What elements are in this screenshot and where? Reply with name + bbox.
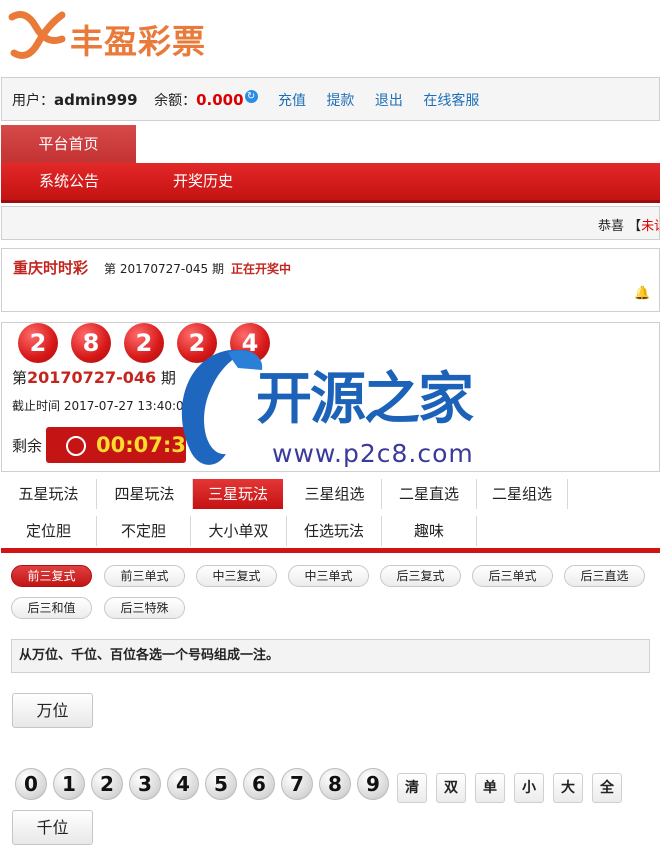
watermark: 开源之家 www.p2c8.com <box>168 344 498 479</box>
option-front-three-single[interactable]: 前三单式 <box>104 565 185 587</box>
recharge-link[interactable]: 充值 <box>278 93 306 109</box>
number-ball[interactable]: 1 <box>53 768 85 800</box>
logo-icon <box>8 11 66 59</box>
tab-four-star[interactable]: 四星玩法 <box>97 479 193 509</box>
username: admin999 <box>54 91 138 109</box>
option-back-three-special[interactable]: 后三特殊 <box>104 597 185 619</box>
number-ball[interactable]: 0 <box>15 768 47 800</box>
logout-link[interactable]: 退出 <box>375 93 403 109</box>
balance-label: 余额： <box>154 93 197 109</box>
tab-position[interactable]: 定位胆 <box>1 516 97 546</box>
option-back-three-multi[interactable]: 后三复式 <box>380 565 461 587</box>
prev-issue-number: 20170727-045 <box>119 262 209 276</box>
watermark-logo-icon <box>181 350 263 465</box>
tab-two-star-direct[interactable]: 二星直选 <box>382 479 477 509</box>
tab-fun[interactable]: 趣味 <box>382 516 477 546</box>
clock-icon <box>66 436 86 456</box>
number-ball[interactable]: 9 <box>357 768 389 800</box>
option-mid-three-multi[interactable]: 中三复式 <box>196 565 277 587</box>
bell-icon[interactable]: 🔔 <box>634 286 650 301</box>
issue-number: 20170727-046 <box>27 368 157 387</box>
option-back-three-direct[interactable]: 后三直选 <box>564 565 645 587</box>
tab-optional[interactable]: 任选玩法 <box>287 516 382 546</box>
balance-value: 0.000 <box>196 91 244 109</box>
option-back-three-single[interactable]: 后三单式 <box>472 565 553 587</box>
number-ball[interactable]: 7 <box>281 768 313 800</box>
previous-issue: 第 20170727-045 期 <box>104 260 224 277</box>
number-ball[interactable]: 2 <box>91 768 123 800</box>
tab-three-star-group[interactable]: 三星组选 <box>288 479 382 509</box>
marquee-prefix: 恭喜 【 <box>598 219 642 234</box>
prev-prefix: 第 <box>104 262 117 276</box>
play-hint: 从万位、千位、百位各选一个号码组成一注。 <box>11 639 650 673</box>
draw-status: 正在开奖中 <box>231 262 292 276</box>
number-ball[interactable]: 6 <box>243 768 275 800</box>
number-ball[interactable]: 5 <box>205 768 237 800</box>
close-time-value: 2017-07-27 13:40:0 <box>63 399 184 413</box>
quick-odd-button[interactable]: 单 <box>475 773 505 803</box>
watermark-title: 开源之家 <box>256 367 474 432</box>
tab-big-small[interactable]: 大小单双 <box>191 516 287 546</box>
brand-name: 丰盈彩票 <box>70 22 206 61</box>
result-ball: 2 <box>124 323 164 363</box>
nav-draw-history[interactable]: 开奖历史 <box>173 163 233 200</box>
number-ball[interactable]: 3 <box>129 768 161 800</box>
result-ball: 2 <box>18 323 58 363</box>
quick-small-button[interactable]: 小 <box>514 773 544 803</box>
nav-home-tab[interactable]: 平台首页 <box>1 125 136 163</box>
tab-non-position[interactable]: 不定胆 <box>97 516 191 546</box>
tab-two-star-group[interactable]: 二星组选 <box>477 479 568 509</box>
quick-clear-button[interactable]: 清 <box>397 773 427 803</box>
option-mid-three-single[interactable]: 中三单式 <box>288 565 369 587</box>
tab-divider <box>1 548 660 553</box>
watermark-url: www.p2c8.com <box>272 439 474 468</box>
current-issue: 第20170727-046 期 <box>12 367 176 388</box>
quick-big-button[interactable]: 大 <box>553 773 583 803</box>
number-ball[interactable]: 8 <box>319 768 351 800</box>
quick-all-button[interactable]: 全 <box>592 773 622 803</box>
marquee-highlight: 未设 <box>641 219 659 234</box>
tab-three-star[interactable]: 三星玩法 <box>193 479 283 509</box>
refresh-icon[interactable]: ↻ <box>244 90 258 103</box>
lottery-name: 重庆时时彩 <box>13 259 89 277</box>
countdown-timer: 00:07:3 <box>46 427 186 463</box>
remain-label: 剩余 <box>12 437 43 455</box>
nav-bar: 系统公告 开奖历史 <box>1 163 660 203</box>
draw-info: 重庆时时彩 第 20170727-045 期 正在开奖中 🔔 <box>1 248 660 312</box>
prev-suffix: 期 <box>211 262 224 276</box>
tab-five-star[interactable]: 五星玩法 <box>1 479 97 509</box>
option-front-three-multi[interactable]: 前三复式 <box>11 565 92 587</box>
hint-text: 从万位、千位、百位各选一个号码组成一注。 <box>19 648 280 663</box>
option-back-three-sum[interactable]: 后三和值 <box>11 597 92 619</box>
user-bar: 用户：admin999 余额：0.000 ↻ 充值 提款 退出 在线客服 <box>1 77 660 121</box>
news-marquee: 恭喜 【未设 <box>1 206 660 240</box>
close-time-label: 截止时间 <box>12 399 61 413</box>
position-ten-thousand[interactable]: 万位 <box>12 693 93 728</box>
nav-announcements[interactable]: 系统公告 <box>39 163 99 200</box>
play-tabs: 五星玩法 四星玩法 三星玩法 三星组选 二星直选 二星组选 定位胆 不定胆 大小… <box>1 475 660 550</box>
withdraw-link[interactable]: 提款 <box>326 93 354 109</box>
issue-prefix: 第 <box>12 369 28 387</box>
support-link[interactable]: 在线客服 <box>423 93 479 109</box>
number-ball[interactable]: 4 <box>167 768 199 800</box>
logo[interactable]: 丰盈彩票 <box>6 5 246 67</box>
user-label: 用户： <box>12 93 54 109</box>
result-ball: 8 <box>71 323 111 363</box>
quick-even-button[interactable]: 双 <box>436 773 466 803</box>
